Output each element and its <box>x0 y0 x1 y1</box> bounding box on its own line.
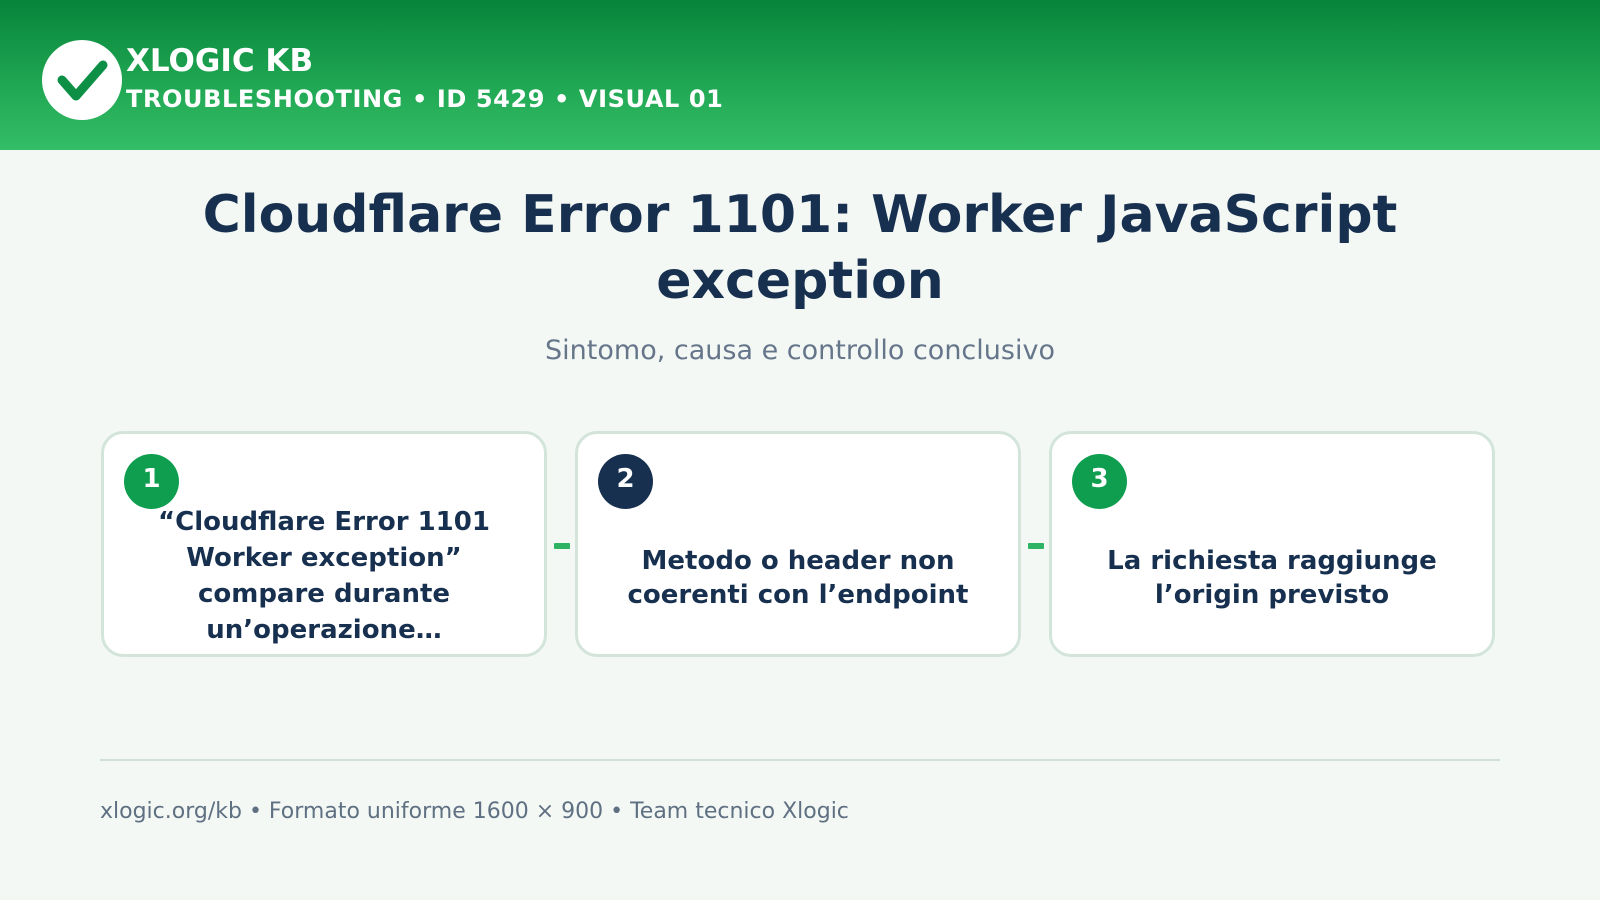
step-text-line: compare durante <box>197 579 451 609</box>
page-title: Cloudflare Error 1101: Worker JavaScript… <box>202 185 1398 311</box>
step-card-1: 1 “Cloudflare Error 1101 Worker exceptio… <box>101 431 547 657</box>
header-banner: XLOGIC KB TROUBLESHOOTING • ID 5429 • VI… <box>0 0 1600 150</box>
step-text-line: Worker exception” <box>186 543 462 573</box>
step-text: “Cloudflare Error 1101 Worker exception”… <box>124 506 524 646</box>
step-card-3: 3 La richiesta raggiunge l’origin previs… <box>1049 431 1495 657</box>
step-text-line: un’operazione… <box>206 615 442 645</box>
breadcrumb: TROUBLESHOOTING • ID 5429 • VISUAL 01 <box>126 85 724 113</box>
logo <box>42 40 122 120</box>
footer-text: xlogic.org/kb • Formato uniforme 1600 × … <box>100 799 849 824</box>
step-connector <box>554 543 570 549</box>
step-text: Metodo o header non coerenti con l’endpo… <box>627 546 969 610</box>
brand-name: XLOGIC KB <box>126 43 314 79</box>
step-text-line: “Cloudflare Error 1101 <box>158 507 490 537</box>
step-number-badge: 3 <box>1072 454 1127 509</box>
step-card-2: 2 Metodo o header non coerenti con l’end… <box>575 431 1021 657</box>
step-text: La richiesta raggiunge l’origin previsto <box>1107 546 1437 610</box>
check-icon <box>57 60 108 101</box>
step-number-badge: 1 <box>124 454 179 509</box>
footer-divider <box>100 759 1500 761</box>
step-connector <box>1028 543 1044 549</box>
page-subtitle: Sintomo, causa e controllo conclusivo <box>545 335 1055 366</box>
step-number-badge: 2 <box>598 454 653 509</box>
